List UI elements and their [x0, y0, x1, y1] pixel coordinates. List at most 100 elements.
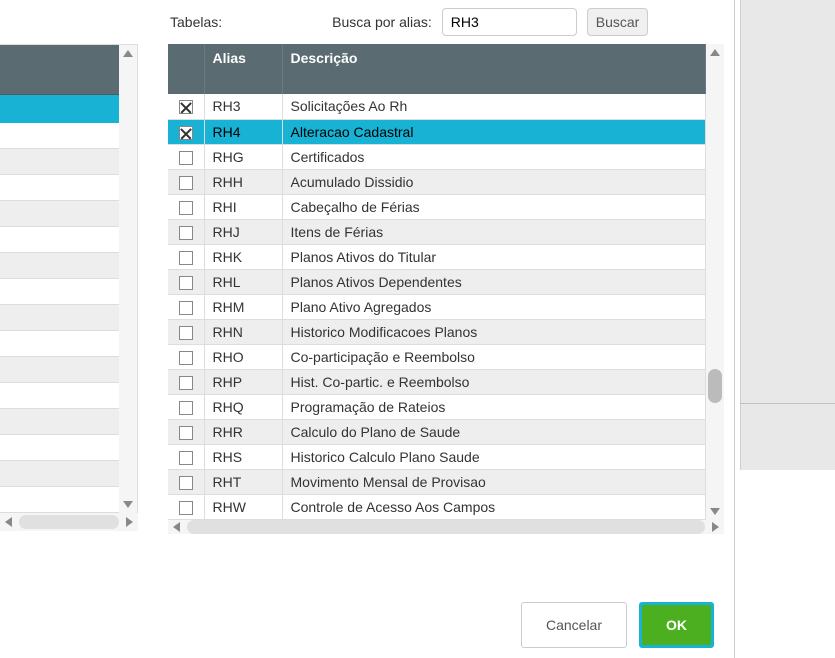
left-table-selected-row[interactable] — [0, 95, 119, 123]
table-row[interactable]: RHHAcumulado Dissidio — [168, 169, 706, 194]
checkbox-icon[interactable] — [179, 226, 193, 240]
cell-checkbox[interactable] — [168, 469, 204, 494]
left-table-panel — [0, 44, 138, 532]
scroll-up-icon[interactable] — [710, 49, 720, 56]
table-row[interactable]: RHOCo-participação e Reembolso — [168, 344, 706, 369]
dialog-buttons: Cancelar OK — [521, 602, 714, 648]
cell-alias: RHN — [204, 319, 282, 344]
scroll-up-icon[interactable] — [123, 50, 133, 57]
table-row[interactable]: RHGCertificados — [168, 144, 706, 169]
left-table-row[interactable] — [0, 279, 119, 305]
cell-checkbox[interactable] — [168, 394, 204, 419]
table-row[interactable]: RHSHistorico Calculo Plano Saude — [168, 444, 706, 469]
left-table-row[interactable] — [0, 201, 119, 227]
scroll-track[interactable] — [187, 520, 705, 534]
checkbox-icon[interactable] — [179, 301, 193, 315]
table-row[interactable]: RHWControle de Acesso Aos Campos — [168, 494, 706, 519]
table-row[interactable]: RHMPlano Ativo Agregados — [168, 294, 706, 319]
cell-descricao: Solicitações Ao Rh — [282, 94, 706, 119]
left-table-row[interactable] — [0, 409, 119, 435]
search-input[interactable] — [442, 8, 577, 36]
cell-checkbox[interactable] — [168, 269, 204, 294]
left-table-row[interactable] — [0, 461, 119, 487]
scroll-down-icon[interactable] — [123, 501, 133, 508]
cell-alias: RHJ — [204, 219, 282, 244]
left-table-row[interactable] — [0, 357, 119, 383]
checkbox-icon[interactable] — [179, 426, 193, 440]
scroll-down-icon[interactable] — [710, 508, 720, 515]
cell-descricao: Planos Ativos Dependentes — [282, 269, 706, 294]
header-descricao[interactable]: Descrição — [282, 44, 706, 94]
table-row[interactable]: RHRCalculo do Plano de Saude — [168, 419, 706, 444]
table-row[interactable]: RH4Alteracao Cadastral — [168, 119, 706, 144]
header-alias[interactable]: Alias — [204, 44, 282, 94]
cell-checkbox[interactable] — [168, 219, 204, 244]
scroll-right-icon[interactable] — [126, 517, 133, 527]
left-table-row[interactable] — [0, 487, 119, 513]
cancel-button[interactable]: Cancelar — [521, 602, 627, 648]
checkbox-icon[interactable] — [179, 126, 193, 140]
checkbox-icon[interactable] — [179, 476, 193, 490]
left-table-row[interactable] — [0, 331, 119, 357]
checkbox-icon[interactable] — [179, 351, 193, 365]
left-table-row[interactable] — [0, 227, 119, 253]
search-button[interactable]: Buscar — [587, 8, 649, 36]
checkbox-icon[interactable] — [179, 401, 193, 415]
table-row[interactable]: RH3Solicitações Ao Rh — [168, 94, 706, 119]
left-table-row[interactable] — [0, 175, 119, 201]
busca-alias-label: Busca por alias: — [332, 14, 432, 30]
cell-checkbox[interactable] — [168, 169, 204, 194]
left-table-row[interactable] — [0, 383, 119, 409]
cell-checkbox[interactable] — [168, 194, 204, 219]
cell-descricao: Acumulado Dissidio — [282, 169, 706, 194]
checkbox-icon[interactable] — [179, 451, 193, 465]
table-row[interactable]: RHLPlanos Ativos Dependentes — [168, 269, 706, 294]
checkbox-icon[interactable] — [179, 201, 193, 215]
table-row[interactable]: RHNHistorico Modificacoes Planos — [168, 319, 706, 344]
cell-checkbox[interactable] — [168, 419, 204, 444]
left-horizontal-scrollbar[interactable] — [0, 513, 138, 531]
scroll-left-icon[interactable] — [173, 522, 180, 532]
table-row[interactable]: RHTMovimento Mensal de Provisao — [168, 469, 706, 494]
cell-checkbox[interactable] — [168, 319, 204, 344]
cell-checkbox[interactable] — [168, 494, 204, 519]
cell-checkbox[interactable] — [168, 344, 204, 369]
scroll-right-icon[interactable] — [712, 522, 719, 532]
table-row[interactable]: RHICabeçalho de Férias — [168, 194, 706, 219]
cell-checkbox[interactable] — [168, 369, 204, 394]
left-table-row[interactable] — [0, 253, 119, 279]
left-table-rows — [0, 45, 119, 513]
scroll-left-icon[interactable] — [5, 517, 12, 527]
checkbox-icon[interactable] — [179, 501, 193, 515]
left-vertical-scrollbar[interactable] — [119, 45, 137, 513]
ok-button[interactable]: OK — [639, 602, 714, 648]
cell-alias: RHH — [204, 169, 282, 194]
checkbox-icon[interactable] — [179, 326, 193, 340]
main-horizontal-scrollbar[interactable] — [168, 520, 724, 534]
main-vertical-scrollbar[interactable] — [706, 44, 724, 520]
cell-checkbox[interactable] — [168, 244, 204, 269]
cell-checkbox[interactable] — [168, 294, 204, 319]
cell-alias: RHT — [204, 469, 282, 494]
checkbox-icon[interactable] — [179, 151, 193, 165]
cell-checkbox[interactable] — [168, 119, 204, 144]
table-row[interactable]: RHJItens de Férias — [168, 219, 706, 244]
cell-checkbox[interactable] — [168, 144, 204, 169]
scroll-track[interactable] — [19, 515, 119, 529]
scroll-thumb[interactable] — [708, 369, 722, 403]
checkbox-icon[interactable] — [179, 251, 193, 265]
checkbox-icon[interactable] — [179, 176, 193, 190]
cell-checkbox[interactable] — [168, 94, 204, 119]
header-checkbox[interactable] — [168, 44, 204, 94]
table-row[interactable]: RHKPlanos Ativos do Titular — [168, 244, 706, 269]
table-row[interactable]: RHQProgramação de Rateios — [168, 394, 706, 419]
checkbox-icon[interactable] — [179, 376, 193, 390]
checkbox-icon[interactable] — [179, 276, 193, 290]
left-table-row[interactable] — [0, 123, 119, 149]
checkbox-icon[interactable] — [179, 100, 193, 114]
left-table-row[interactable] — [0, 435, 119, 461]
left-table-row[interactable] — [0, 149, 119, 175]
table-row[interactable]: RHPHist. Co-partic. e Reembolso — [168, 369, 706, 394]
left-table-row[interactable] — [0, 305, 119, 331]
cell-checkbox[interactable] — [168, 444, 204, 469]
